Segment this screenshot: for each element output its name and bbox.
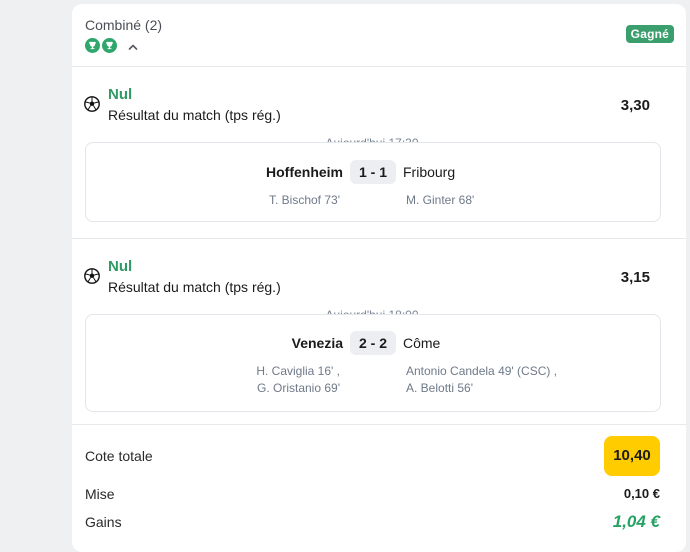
match-score: 2 - 2	[350, 331, 396, 355]
home-team: Venezia	[291, 335, 343, 351]
match-box[interactable]: Venezia 2 - 2 Côme H. Caviglia 16' , G. …	[85, 314, 661, 412]
trophy-icon	[102, 38, 117, 53]
match-box[interactable]: Hoffenheim 1 - 1 Fribourg T. Bischof 73'…	[85, 142, 661, 222]
total-odds-value: 10,40	[604, 436, 660, 476]
total-odds-label: Cote totale	[85, 448, 153, 464]
away-team: Fribourg	[403, 164, 456, 180]
stake-label: Mise	[85, 486, 115, 502]
chevron-up-icon[interactable]	[127, 40, 139, 52]
trophy-icon	[85, 38, 100, 53]
bet-type-label: Combiné (2)	[85, 17, 163, 33]
selection-outcome: Nul	[108, 86, 133, 103]
status-badge: Gagné	[625, 25, 674, 43]
selection-odds: 3,15	[620, 269, 650, 286]
stake-value: 0,10 €	[623, 486, 660, 501]
football-icon	[84, 268, 100, 284]
selection-odds: 3,30	[620, 97, 650, 114]
winnings-label: Gains	[85, 514, 122, 530]
bet-card: Combiné (2) Gagné Nul Résultat du match …	[72, 4, 686, 552]
scorer: M. Ginter 68'	[406, 193, 475, 207]
trophies-row	[85, 38, 139, 53]
match-score: 1 - 1	[350, 160, 396, 184]
bet-header[interactable]: Combiné (2) Gagné	[72, 4, 686, 67]
selection-item: Nul Résultat du match (tps rég.) 3,30 Au…	[72, 66, 686, 239]
scorer: A. Belotti 56'	[406, 381, 473, 395]
scorer: G. Oristanio 69'	[257, 381, 340, 395]
home-scorers: H. Caviglia 16' , G. Oristanio 69'	[256, 363, 340, 397]
home-team: Hoffenheim	[266, 164, 343, 180]
selection-item: Nul Résultat du match (tps rég.) 3,15 Au…	[72, 238, 686, 425]
away-scorers: Antonio Candela 49' (CSC) , A. Belotti 5…	[406, 363, 557, 397]
winnings-value: 1,04 €	[612, 512, 660, 531]
away-team: Côme	[403, 335, 441, 351]
scorer: H. Caviglia 16' ,	[256, 364, 340, 378]
scorer: Antonio Candela 49' (CSC) ,	[406, 364, 558, 378]
scorer: T. Bischof 73'	[269, 193, 340, 207]
selection-market: Résultat du match (tps rég.)	[108, 107, 281, 123]
selection-market: Résultat du match (tps rég.)	[108, 279, 281, 295]
selection-outcome: Nul	[108, 258, 133, 275]
home-scorers: T. Bischof 73'	[269, 192, 340, 209]
away-scorers: M. Ginter 68'	[406, 192, 474, 209]
football-icon	[84, 96, 100, 112]
